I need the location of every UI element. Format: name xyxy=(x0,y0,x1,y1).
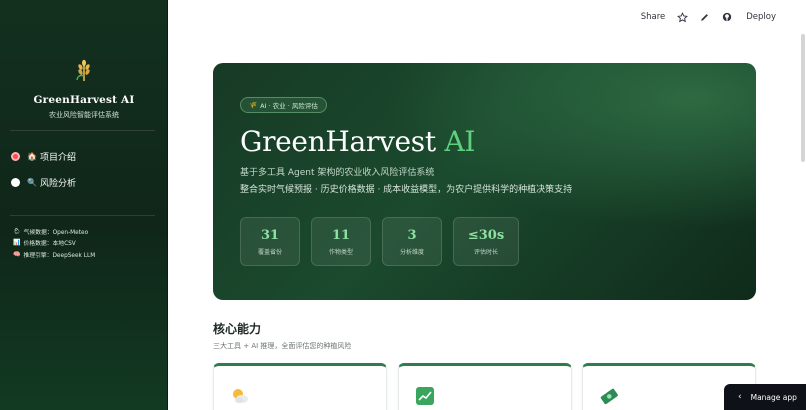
sidebar-divider xyxy=(10,130,155,131)
deploy-button[interactable]: Deploy xyxy=(746,12,776,22)
chart-icon xyxy=(416,387,434,405)
stat-card: 3 分析维度 xyxy=(382,217,442,266)
stat-value: ≤30s xyxy=(467,228,505,243)
star-icon[interactable] xyxy=(677,11,689,23)
manage-app-button[interactable]: ‹ Manage app xyxy=(724,384,806,410)
nav-item-intro[interactable]: 🏠 项目介绍 xyxy=(11,149,76,163)
source-text: 价格数据：本地CSV xyxy=(23,241,76,247)
share-button[interactable]: Share xyxy=(641,12,666,22)
home-icon: 🏠 xyxy=(27,151,37,161)
section-subtitle: 三大工具 + AI 推理，全面评估您的种植风险 xyxy=(213,342,352,350)
hero-badge-text: AI · 农业 · 风险评估 xyxy=(260,102,318,110)
search-icon: 🔍 xyxy=(27,177,37,187)
brand-title: GreenHarvest AI xyxy=(33,94,135,106)
stat-card: 31 覆盖省份 xyxy=(240,217,300,266)
stat-card: 11 作物类型 xyxy=(311,217,371,266)
source-text: 气候数据：Open-Meteo xyxy=(23,230,89,236)
source-price: 📊 价格数据：本地CSV xyxy=(13,238,76,247)
money-icon xyxy=(600,388,618,405)
wheat-logo-icon xyxy=(76,59,90,81)
hero-description-2: 整合实时气候预报 · 历史价格数据 · 成本收益模型，为农户提供科学的种植决策支… xyxy=(240,185,573,195)
hero-title: GreenHarvest AI xyxy=(240,125,475,158)
feature-card-price[interactable] xyxy=(398,363,572,410)
hero-title-accent: AI xyxy=(444,125,476,158)
stat-value: 11 xyxy=(331,228,351,243)
nav-item-analysis[interactable]: 🔍 风险分析 xyxy=(11,175,76,189)
edit-icon[interactable] xyxy=(700,12,710,22)
nav-item-label: 风险分析 xyxy=(39,178,76,189)
scrollbar[interactable] xyxy=(801,34,805,162)
hero-description: 基于多工具 Agent 架构的农业收入风险评估系统 xyxy=(240,168,435,178)
source-engine: 🧠 推理引擎：DeepSeek LLM xyxy=(13,250,95,259)
github-icon[interactable] xyxy=(722,12,732,22)
stat-card: ≤30s 评估时长 xyxy=(453,217,519,266)
stat-value: 3 xyxy=(407,228,417,243)
manage-app-label: Manage app xyxy=(750,392,797,402)
sidebar: GreenHarvest AI 农业风险智能评估系统 🏠 项目介绍 🔍 风险分析… xyxy=(0,0,168,410)
chart-icon: 📊 xyxy=(13,239,21,246)
weather-icon xyxy=(233,389,248,403)
source-climate: 🌦 气候数据：Open-Meteo xyxy=(13,227,88,236)
weather-icon: 🌦 xyxy=(13,228,21,235)
source-text: 推理引擎：DeepSeek LLM xyxy=(23,253,96,259)
stat-label: 评估时长 xyxy=(473,249,498,256)
feature-card-climate[interactable] xyxy=(213,363,387,410)
brand-subtitle: 农业风险智能评估系统 xyxy=(49,111,119,119)
hero-badge: 🌾 AI · 农业 · 风险评估 xyxy=(240,97,327,113)
stat-label: 覆盖省份 xyxy=(257,249,282,256)
radio-selected-icon[interactable] xyxy=(11,151,20,161)
sidebar-divider xyxy=(10,215,155,216)
toolbar: Share Deploy xyxy=(641,8,776,26)
radio-unselected-icon[interactable] xyxy=(11,177,20,187)
wheat-icon: 🌾 xyxy=(249,101,258,109)
brain-icon: 🧠 xyxy=(13,251,21,258)
stat-label: 作物类型 xyxy=(328,249,353,256)
chevron-left-icon: ‹ xyxy=(738,392,742,402)
section-title: 核心能力 xyxy=(213,322,262,336)
hero-title-main: GreenHarvest xyxy=(240,125,445,158)
hero-banner: 🌾 AI · 农业 · 风险评估 GreenHarvest AI 基于多工具 A… xyxy=(213,63,756,300)
stat-value: 31 xyxy=(260,228,280,243)
nav-item-label: 项目介绍 xyxy=(39,152,76,163)
stat-label: 分析维度 xyxy=(399,249,424,256)
